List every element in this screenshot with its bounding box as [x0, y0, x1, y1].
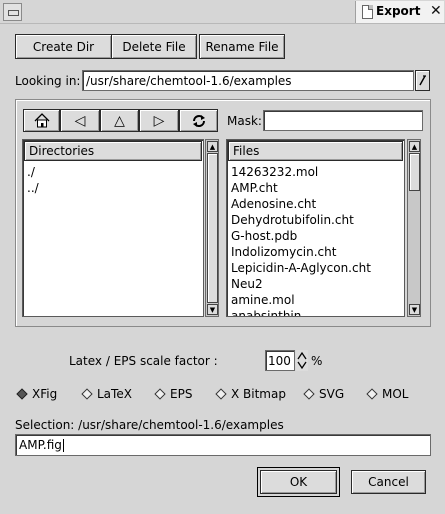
combo-dropdown-icon[interactable]	[415, 70, 430, 91]
files-list[interactable]: Files 14263232.mol AMP.cht Adenosine.cht…	[226, 139, 405, 317]
radio-icon	[366, 388, 378, 400]
files-scrollbar[interactable]: ▲ ▼	[407, 139, 421, 317]
format-radio-svg[interactable]: SVG	[303, 387, 345, 401]
scroll-down-icon[interactable]: ▼	[207, 304, 218, 315]
list-item[interactable]: Dehydrotubifolin.cht	[227, 212, 404, 228]
list-item[interactable]: Lepicidin-A-Aglycon.cht	[227, 260, 404, 276]
scroll-up-icon[interactable]: ▲	[207, 141, 218, 152]
up-arrow-icon[interactable]: △	[100, 109, 139, 132]
mask-label: Mask:	[227, 114, 262, 128]
mask-input[interactable]	[263, 110, 423, 131]
refresh-icon[interactable]	[179, 109, 218, 132]
files-items: 14263232.mol AMP.cht Adenosine.cht Dehyd…	[227, 162, 404, 316]
format-radio-mol[interactable]: MOL	[366, 387, 409, 401]
close-icon[interactable]: ✕	[430, 3, 442, 19]
list-item[interactable]: ./	[23, 164, 203, 180]
list-item[interactable]: Adenosine.cht	[227, 196, 404, 212]
scroll-down-icon[interactable]: ▼	[409, 304, 420, 315]
directories-scrollbar[interactable]: ▲ ▼	[205, 139, 219, 317]
list-item[interactable]: amine.mol	[227, 292, 404, 308]
radio-icon	[81, 388, 93, 400]
home-icon[interactable]	[23, 109, 60, 132]
scale-factor-label: Latex / EPS scale factor :	[69, 354, 218, 368]
back-arrow-icon[interactable]: ◁	[60, 109, 100, 132]
selection-input[interactable]: AMP.fig	[15, 434, 431, 456]
format-label: XFig	[32, 387, 58, 401]
format-radio-eps[interactable]: EPS	[154, 387, 193, 401]
list-item[interactable]: Neu2	[227, 276, 404, 292]
list-item[interactable]: AMP.cht	[227, 180, 404, 196]
files-header[interactable]: Files	[228, 141, 403, 161]
radio-icon	[154, 388, 166, 400]
list-item[interactable]: anabsinthin	[227, 308, 404, 316]
list-item[interactable]: 14263232.mol	[227, 164, 404, 180]
directories-items: ./ ../	[23, 162, 203, 196]
format-label: SVG	[319, 387, 345, 401]
window-menu-button[interactable]	[3, 3, 22, 21]
looking-in-path-input[interactable]: /usr/share/chemtool-1.6/examples	[82, 70, 414, 91]
selection-value: AMP.fig	[19, 438, 62, 452]
scale-factor-input[interactable]: 100	[265, 350, 295, 371]
scroll-thumb[interactable]	[207, 153, 218, 303]
format-radio-xfig[interactable]: XFig	[16, 387, 58, 401]
window-title: Export	[376, 4, 421, 18]
forward-arrow-icon[interactable]: ▷	[139, 109, 179, 132]
format-radio-latex[interactable]: LaTeX	[81, 387, 132, 401]
scale-spinner[interactable]	[296, 350, 308, 371]
format-label: MOL	[382, 387, 409, 401]
format-radio-xbitmap[interactable]: X Bitmap	[215, 387, 286, 401]
delete-file-button[interactable]: Delete File	[111, 34, 197, 59]
looking-in-label: Looking in:	[15, 74, 81, 88]
format-label: X Bitmap	[231, 387, 286, 401]
selection-label: Selection: /usr/share/chemtool-1.6/examp…	[15, 418, 284, 432]
title-tab: Export ✕	[355, 1, 444, 23]
format-label: EPS	[170, 387, 193, 401]
create-dir-button[interactable]: Create Dir	[15, 34, 112, 59]
format-label: LaTeX	[97, 387, 132, 401]
scale-unit-label: %	[311, 354, 323, 368]
document-icon	[362, 5, 373, 19]
ok-button[interactable]: OK	[257, 467, 340, 497]
cancel-button[interactable]: Cancel	[351, 470, 426, 494]
rename-file-button[interactable]: Rename File	[199, 34, 285, 59]
text-cursor	[62, 438, 64, 452]
list-item[interactable]: G-host.pdb	[227, 228, 404, 244]
list-item[interactable]: ../	[23, 180, 203, 196]
directories-header[interactable]: Directories	[24, 141, 202, 161]
radio-selected-icon	[16, 388, 28, 400]
scroll-thumb[interactable]	[409, 153, 420, 191]
scroll-up-icon[interactable]: ▲	[409, 141, 420, 152]
radio-icon	[215, 388, 227, 400]
directories-list[interactable]: Directories ./ ../	[22, 139, 204, 317]
list-item[interactable]: Indolizomycin.cht	[227, 244, 404, 260]
title-bar: Export ✕	[0, 0, 445, 24]
radio-icon	[303, 388, 315, 400]
